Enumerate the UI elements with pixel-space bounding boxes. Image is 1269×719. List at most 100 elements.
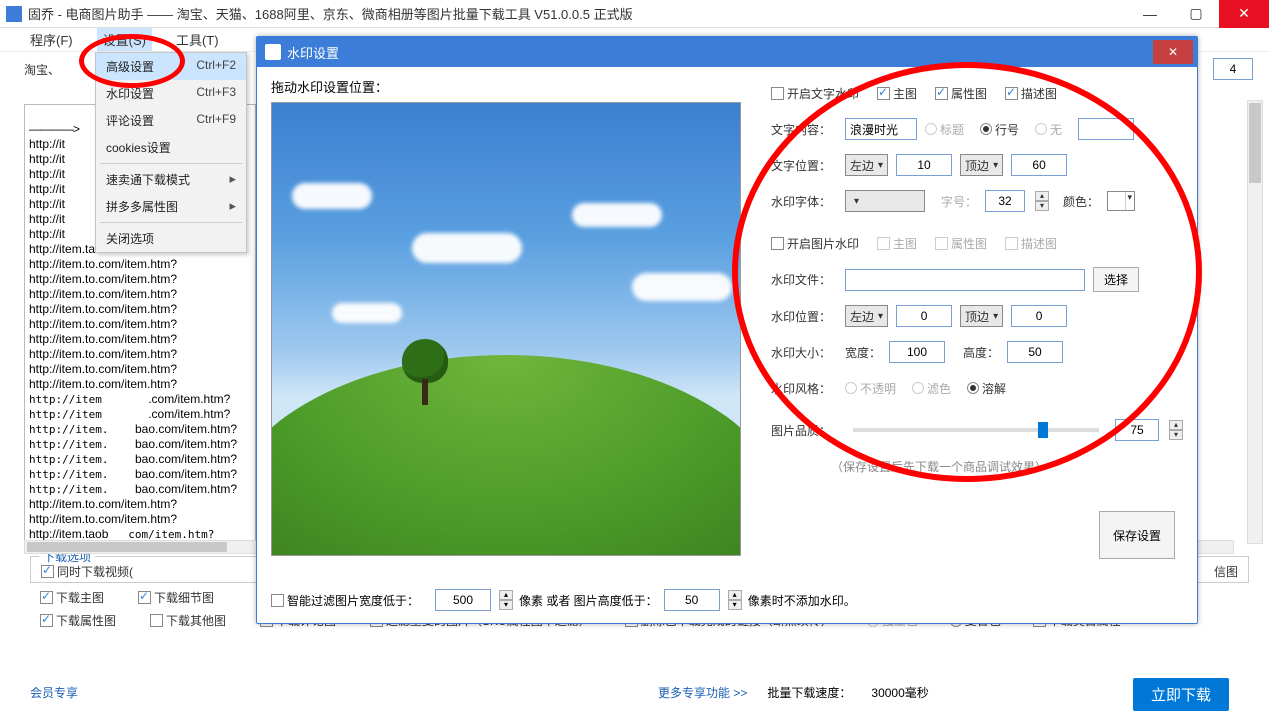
url-row: http://it: [29, 167, 65, 181]
menu-item-label: 速卖通下载模式: [106, 171, 190, 188]
enable-text-watermark-checkbox[interactable]: 开启文字水印: [771, 85, 859, 102]
dialog-titlebar: 水印设置 ✕: [257, 37, 1197, 67]
ck-attr-image[interactable]: 属性图: [935, 85, 987, 102]
enable-image-watermark-checkbox[interactable]: 开启图片水印: [771, 235, 859, 252]
pos-x-input[interactable]: [896, 154, 952, 176]
choose-file-button[interactable]: 选择: [1093, 267, 1139, 292]
menu-watermark-settings[interactable]: 水印设置 Ctrl+F3: [96, 80, 246, 107]
menu-pdd-attr[interactable]: 拼多多属性图: [96, 193, 246, 220]
maximize-button[interactable]: ▢: [1173, 0, 1219, 28]
separator: [100, 222, 242, 223]
url-row: http://item.t: [29, 362, 88, 376]
ck-desc-image-2[interactable]: 描述图: [1005, 235, 1057, 252]
label: 宽度：: [845, 344, 881, 361]
dialog-icon: [265, 44, 281, 60]
imgpos-x-input[interactable]: [896, 305, 952, 327]
drag-label: 拖动水印设置位置：: [271, 77, 751, 96]
url-row: http://item.t: [29, 272, 88, 286]
label: 批量下载速度：: [767, 684, 851, 701]
menu-program[interactable]: 程序(F): [24, 28, 79, 51]
radio-filter[interactable]: 滤色: [912, 380, 951, 397]
ck-download-other[interactable]: 下载其他图: [150, 612, 226, 629]
url-row: http://it: [29, 197, 65, 211]
subtitle-text: 淘宝、: [24, 61, 60, 78]
ck-desc-image[interactable]: 描述图: [1005, 85, 1057, 102]
app-title: 固乔 - 电商图片助手 —— 淘宝、天猫、1688阿里、京东、微商相册等图片批量…: [28, 4, 1127, 23]
url-row: http://item.t: [29, 347, 88, 361]
more-features-link[interactable]: 更多专享功能 >>: [658, 684, 747, 701]
menu-comment-settings[interactable]: 评论设置 Ctrl+F9: [96, 107, 246, 134]
label: 水印风格：: [771, 380, 837, 397]
url-row: http://it: [29, 152, 65, 166]
menu-close-options[interactable]: 关闭选项: [96, 225, 246, 252]
font-select[interactable]: [845, 190, 925, 212]
imgpos-v-select[interactable]: 顶边: [960, 305, 1003, 327]
close-button[interactable]: ✕: [1219, 0, 1269, 28]
watermark-dialog: 水印设置 ✕ 拖动水印设置位置： 开启文字水印 主图 属性图 描述图 文字内容：: [256, 36, 1198, 624]
url-row: http://item.taob: [29, 527, 108, 541]
menu-item-label: cookies设置: [106, 139, 171, 156]
menu-advanced-settings[interactable]: 高级设置 Ctrl+F2: [96, 53, 246, 80]
font-size-spinner[interactable]: ▴▾: [1035, 191, 1049, 211]
text-content-input[interactable]: [845, 118, 917, 140]
label: 字号：: [941, 193, 977, 210]
filter-width-input[interactable]: [435, 589, 491, 611]
quality-value[interactable]: [1115, 419, 1159, 441]
url-row: http://item.t: [29, 377, 88, 391]
imgpos-y-input[interactable]: [1011, 305, 1067, 327]
menu-settings[interactable]: 设置(S): [97, 28, 152, 51]
wm-height-input[interactable]: [1007, 341, 1063, 363]
ck-main-image-2[interactable]: 主图: [877, 235, 917, 252]
label: 像素时不添加水印。: [748, 592, 856, 609]
menu-tools[interactable]: 工具(T): [170, 28, 225, 51]
color-picker[interactable]: [1107, 191, 1135, 211]
url-row: http://it: [29, 227, 65, 241]
dialog-close-button[interactable]: ✕: [1153, 40, 1193, 64]
label: 水印大小：: [771, 344, 837, 361]
menu-item-label: 关闭选项: [106, 230, 154, 247]
separator: [100, 163, 242, 164]
radio-lineno[interactable]: 行号: [980, 121, 1019, 138]
radio-dissolve[interactable]: 溶解: [967, 380, 1006, 397]
ck-download-main[interactable]: 下载主图: [40, 589, 104, 606]
shortcut: Ctrl+F3: [196, 85, 236, 102]
minimize-button[interactable]: —: [1127, 0, 1173, 28]
radio-opaque[interactable]: 不透明: [845, 380, 896, 397]
count-input[interactable]: [1213, 58, 1253, 80]
pos-y-input[interactable]: [1011, 154, 1067, 176]
ck-attr-image-2[interactable]: 属性图: [935, 235, 987, 252]
menu-cookies-settings[interactable]: cookies设置: [96, 134, 246, 161]
quality-spinner[interactable]: ▴▾: [1169, 420, 1183, 440]
filter-height-input[interactable]: [664, 589, 720, 611]
member-label: 会员专享: [30, 684, 78, 701]
url-row: http://it: [29, 137, 65, 151]
download-now-button[interactable]: 立即下载: [1133, 678, 1229, 711]
watermark-file-input[interactable]: [845, 269, 1085, 291]
label: 颜色：: [1063, 193, 1099, 210]
imgpos-h-select[interactable]: 左边: [845, 305, 888, 327]
quality-slider[interactable]: [853, 428, 1099, 432]
font-size-input[interactable]: [985, 190, 1025, 212]
wm-width-input[interactable]: [889, 341, 945, 363]
filter-w-spinner[interactable]: ▴▾: [499, 590, 513, 610]
pos-v-select[interactable]: 顶边: [960, 154, 1003, 176]
radio-title[interactable]: 标题: [925, 121, 964, 138]
member-row: 会员专享 更多专享功能 >> 批量下载速度： 30000毫秒: [30, 684, 1249, 701]
ck-download-attr[interactable]: 下载属性图: [40, 612, 116, 629]
smart-filter-checkbox[interactable]: 智能过滤图片宽度低于：: [271, 592, 419, 609]
extra-input[interactable]: [1078, 118, 1134, 140]
menu-smt-mode[interactable]: 速卖通下载模式: [96, 166, 246, 193]
pos-h-select[interactable]: 左边: [845, 154, 888, 176]
url-row: http://it: [29, 182, 65, 196]
ck-download-video[interactable]: 同时下载视频(: [41, 563, 133, 580]
save-settings-button[interactable]: 保存设置: [1099, 511, 1175, 559]
ck-download-detail[interactable]: 下载细节图: [138, 589, 214, 606]
filter-h-spinner[interactable]: ▴▾: [728, 590, 742, 610]
ck-main-image[interactable]: 主图: [877, 85, 917, 102]
preview-image[interactable]: [271, 102, 741, 556]
main-titlebar: 固乔 - 电商图片助手 —— 淘宝、天猫、1688阿里、京东、微商相册等图片批量…: [0, 0, 1269, 28]
label: 信图: [1214, 563, 1238, 580]
radio-none[interactable]: 无: [1035, 121, 1062, 138]
vertical-scrollbar[interactable]: [1247, 100, 1263, 544]
menu-item-label: 水印设置: [106, 85, 154, 102]
